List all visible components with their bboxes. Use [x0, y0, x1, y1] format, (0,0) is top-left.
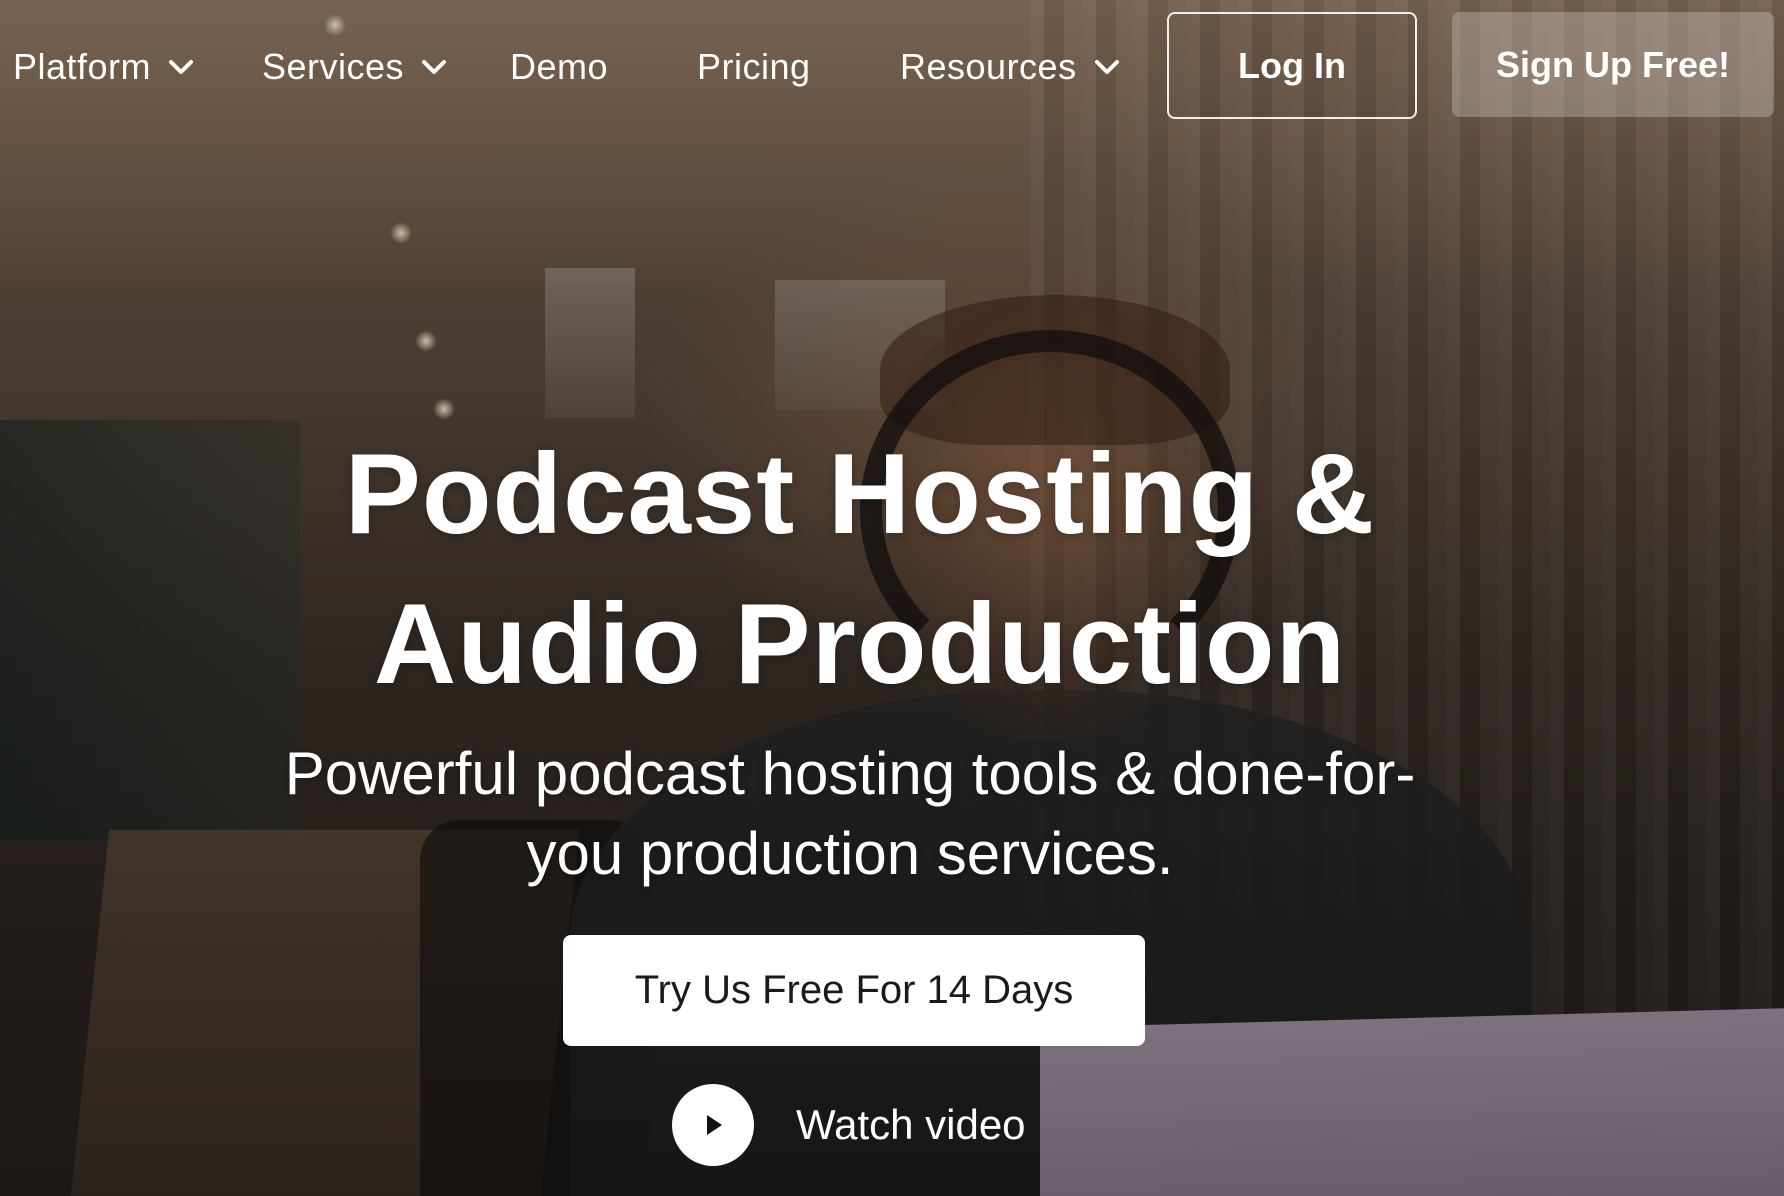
nav-item-label: Pricing	[697, 46, 811, 87]
free-trial-button[interactable]: Try Us Free For 14 Days	[563, 935, 1145, 1046]
play-icon[interactable]	[672, 1084, 754, 1166]
headline-line: Podcast Hosting &	[344, 431, 1376, 558]
watch-video-link[interactable]: Watch video	[672, 1083, 1026, 1167]
headline-line: Audio Production	[373, 581, 1347, 708]
chevron-down-icon	[167, 53, 195, 81]
nav-item-label: Services	[262, 46, 405, 87]
nav-item-demo[interactable]: Demo	[510, 42, 608, 92]
nav-item-resources[interactable]: Resources	[900, 42, 1121, 92]
nav-item-services[interactable]: Services	[262, 42, 448, 92]
hero-section: Platform Services Demo Pricing Resources…	[0, 0, 1784, 1196]
nav-item-label: Resources	[900, 46, 1077, 87]
page-title: Podcast Hosting & Audio Production	[250, 420, 1470, 720]
nav-item-platform[interactable]: Platform	[13, 42, 195, 92]
subtitle-line: Powerful podcast hosting tools & done-fo…	[284, 740, 1416, 807]
nav-item-pricing[interactable]: Pricing	[697, 42, 811, 92]
hero-subtitle: Powerful podcast hosting tools & done-fo…	[200, 734, 1500, 894]
nav-item-label: Platform	[13, 46, 152, 87]
signup-button[interactable]: Sign Up Free!	[1452, 12, 1774, 117]
chevron-down-icon	[1093, 53, 1121, 81]
nav-item-label: Demo	[510, 46, 609, 87]
subtitle-line: you production services.	[526, 820, 1174, 887]
login-button[interactable]: Log In	[1167, 12, 1417, 119]
chevron-down-icon	[420, 53, 448, 81]
top-navigation: Platform Services Demo Pricing Resources…	[0, 0, 1784, 130]
watch-video-label: Watch video	[796, 1101, 1026, 1148]
